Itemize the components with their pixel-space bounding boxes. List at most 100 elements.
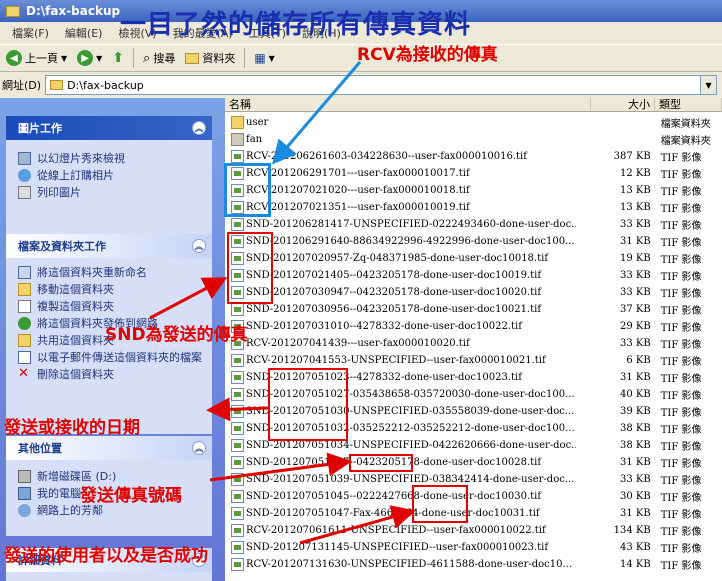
up-button[interactable]: ⬆ [108,48,128,68]
file-list: 名稱 大小 類型 user 檔案資料夾 fan 檔案資料夾 RCV-2012062616… [225,98,722,581]
file-name: RCV-201207041553-UNSPECIFIED--user-fax00… [246,355,546,366]
file-row[interactable]: RCV-201207041439---user-fax000010020.tif… [225,335,722,352]
tif-file-icon [231,422,244,435]
forward-button[interactable]: ▶ ▼ [73,48,106,68]
file-name: SND-201206281417-UNSPECIFIED-0222493460-… [246,219,577,230]
task-order-prints[interactable]: 從線上訂購相片 [6,167,212,184]
task-slideshow[interactable]: 以幻燈片秀來檢視 [6,150,212,167]
file-row[interactable]: SND-201207030956--0423205178-done-user-d… [225,301,722,318]
collapse-icon[interactable]: ︽ [192,239,206,253]
file-size: 6 KB [626,355,651,366]
file-type: TIF 影像 [660,442,702,453]
file-row[interactable]: RCV-201207041553-UNSPECIFIED--user-fax00… [225,352,722,369]
file-type: TIF 影像 [660,340,702,351]
file-type: TIF 影像 [660,391,702,402]
back-button[interactable]: ◀ 上一頁 ▼ [2,48,71,68]
snd-highlight-box [227,232,273,304]
snd-annotation: SND為發送的傳真 [105,325,248,345]
column-type[interactable]: 類型 [655,98,722,111]
file-size: 43 KB [620,542,651,553]
tif-file-icon [231,303,244,316]
file-row[interactable]: RCV-201207021020---user-fax000010018.tif… [225,182,722,199]
file-row[interactable]: RCV-201206261603-034228630--user-fax0000… [225,148,722,165]
move-folder-icon [18,283,31,296]
file-type: TIF 影像 [660,527,702,538]
search-button[interactable]: ⌕ 搜尋 [139,48,179,68]
copy-icon [18,300,31,313]
file-type: 檔案資料夾 [660,119,711,130]
file-row[interactable]: SND-201207030947--0423205178-done-user-d… [225,284,722,301]
file-row[interactable]: RCV-201207061611-UNSPECIFIED--user-fax00… [225,522,722,539]
tif-file-icon [231,354,244,367]
file-size: 39 KB [620,406,651,417]
collapse-icon[interactable]: ︽ [192,441,206,455]
views-button[interactable]: ▦ ▼ [250,49,279,67]
file-size: 12 KB [620,168,651,179]
task-print[interactable]: 列印圖片 [6,184,212,201]
folder-row[interactable]: user 檔案資料夾 [225,114,722,131]
chevron-down-icon[interactable]: ▼ [700,76,717,94]
task-label: 將這個資料夾重新命名 [37,266,147,279]
file-row[interactable]: SND-201207051037--0423205178-done-user-d… [225,454,722,471]
address-input[interactable]: D:\fax-backup ▼ [45,75,718,95]
status-highlight-box [412,485,468,523]
file-size: 19 KB [620,253,651,264]
other-places-header[interactable]: 其他位置 ︽ [6,436,212,460]
task-email[interactable]: 以電子郵件傳送這個資料夾的檔案 [6,349,212,366]
file-row[interactable]: RCV-201207131630-UNSPECIFIED-4611588-don… [225,556,722,573]
folder-icon [231,116,244,129]
file-row[interactable]: RCV-201207021351---user-fax000010019.tif… [225,199,722,216]
file-row[interactable]: RCV-201206291701---user-fax000010017.tif… [225,165,722,182]
file-type: TIF 影像 [660,408,702,419]
menu-edit[interactable]: 編輯(E) [57,25,111,41]
picture-tasks-header[interactable]: 圖片工作 ︽ [6,116,212,140]
column-size[interactable]: 大小 [591,98,655,111]
file-size: 31 KB [620,457,651,468]
file-name: SND-201207020957-Zq-048371985-done-user-… [246,253,549,264]
tif-file-icon [231,371,244,384]
file-type: TIF 影像 [660,306,702,317]
file-row[interactable]: SND-201207021405--0423205178-done-user-d… [225,267,722,284]
back-label: 上一頁 [25,52,58,65]
task-label: 刪除這個資料夾 [37,368,114,381]
collapse-icon[interactable]: ︽ [192,121,206,135]
file-row[interactable]: SND-201207051047-Fax-4663364-done-user-d… [225,505,722,522]
file-name: RCV-201206291701---user-fax000010017.tif [246,168,470,179]
tif-file-icon [231,473,244,486]
file-row[interactable]: SND-201207051045--0222427668-done-user-d… [225,488,722,505]
file-size: 29 KB [620,321,651,332]
file-row[interactable]: SND-201207031010--4278332-done-user-doc1… [225,318,722,335]
file-row[interactable]: SND-201207051039-UNSPECIFIED-038342414-d… [225,471,722,488]
number-annotation: 發送傳真號碼 [80,486,182,506]
file-row[interactable]: SND-201206291640-88634922996-4922996-don… [225,233,722,250]
file-row[interactable]: SND-201206281417-UNSPECIFIED-0222493460-… [225,216,722,233]
file-size: 13 KB [620,185,651,196]
file-type: TIF 影像 [660,510,702,521]
delete-x-icon: ✕ [18,366,29,381]
folders-button[interactable]: 資料夾 [181,48,239,68]
column-name[interactable]: 名稱 [225,98,591,111]
folder-row[interactable]: fan 檔案資料夾 [225,131,722,148]
picture-tasks-panel: 圖片工作 ︽ 以幻燈片秀來檢視 從線上訂購相片 列印圖片 [6,116,212,234]
views-grid-icon: ▦ [254,51,266,65]
file-name: RCV-201207021351---user-fax000010019.tif [246,202,470,213]
file-type: TIF 影像 [660,289,702,300]
file-type: TIF 影像 [660,272,702,283]
file-size: 33 KB [620,287,651,298]
file-size: 134 KB [613,525,651,536]
file-size: 33 KB [620,474,651,485]
file-name: SND-201207021405--0423205178-done-user-d… [246,270,542,281]
task-delete[interactable]: ✕ 刪除這個資料夾 [6,366,212,383]
task-rename[interactable]: 將這個資料夾重新命名 [6,264,212,281]
file-size: 31 KB [620,236,651,247]
tif-file-icon [231,541,244,554]
file-rows: user 檔案資料夾 fan 檔案資料夾 RCV-201206261603-034228… [225,114,722,573]
file-row[interactable]: SND-201207131145-UNSPECIFIED--user-fax00… [225,539,722,556]
menu-file[interactable]: 檔案(F) [4,25,57,41]
task-move[interactable]: 移動這個資料夾 [6,281,212,298]
file-tasks-header[interactable]: 檔案及資料夾工作 ︽ [6,234,212,258]
place-label: 我的電腦 [37,487,81,500]
file-row[interactable]: SND-201207020957-Zq-048371985-done-user-… [225,250,722,267]
folder-icon [231,133,244,146]
task-copy[interactable]: 複製這個資料夾 [6,298,212,315]
